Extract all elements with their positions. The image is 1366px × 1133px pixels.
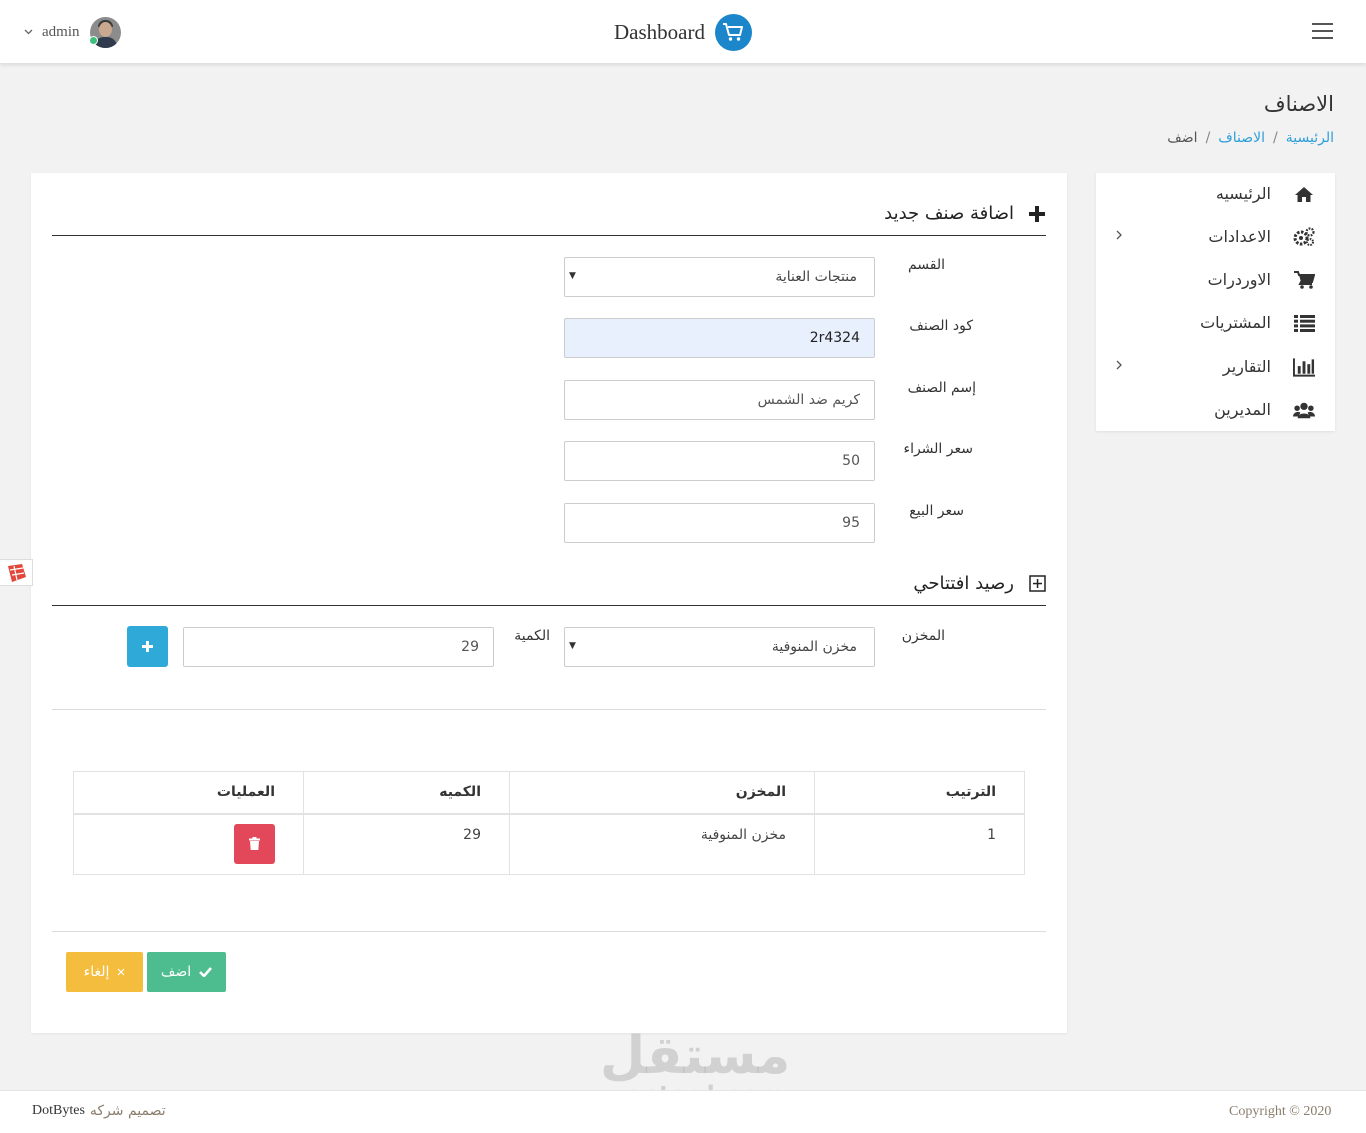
sidebar-item-home[interactable]: الرئيسيه (1096, 173, 1335, 213)
floating-widget-tab[interactable] (0, 559, 33, 586)
chevron-right-icon (1116, 358, 1122, 374)
column-header-quantity: الكميه (303, 771, 510, 815)
bar-chart-icon (1293, 356, 1315, 378)
trash-icon (249, 836, 260, 850)
chevron-down-icon[interactable] (24, 27, 34, 38)
divider (52, 605, 1046, 606)
cart-logo-icon (714, 13, 752, 51)
name-input[interactable] (564, 380, 875, 420)
dropdown-arrow-icon: ▼ (569, 271, 576, 281)
add-store-row-button[interactable] (127, 626, 168, 667)
sidebar-item-label: المديرين (1214, 400, 1271, 419)
save-button[interactable]: اضف (147, 952, 226, 992)
user-menu[interactable]: admin (24, 16, 121, 48)
sidebar-item-label: التقارير (1222, 357, 1271, 376)
store-select[interactable]: مخزن المنوفية ▼ (564, 627, 875, 667)
brand-title[interactable]: Dashboard (614, 20, 705, 45)
close-icon (117, 968, 125, 976)
breadcrumb-categories[interactable]: الاصناف (1218, 130, 1265, 146)
sidebar-item-managers[interactable]: المديرين (1096, 389, 1335, 429)
top-navbar: admin Dashboard (0, 0, 1366, 63)
sidebar: الرئيسيه الاعدادات الاوردرات المشتريات ا… (1096, 173, 1335, 431)
list-icon (1293, 312, 1315, 334)
divider (52, 709, 1046, 710)
opening-balance-header[interactable]: رصيد افتتاحي (913, 573, 1046, 594)
sidebar-item-orders[interactable]: الاوردرات (1096, 259, 1335, 299)
breadcrumb-current: اضف (1167, 130, 1198, 146)
chevron-right-icon (1116, 228, 1122, 244)
plus-square-icon[interactable] (1028, 575, 1046, 593)
save-button-label: اضف (160, 964, 192, 980)
quantity-label: الكمية (514, 628, 550, 644)
users-icon (1293, 399, 1315, 421)
store-selected-value: مخزن المنوفية (771, 639, 857, 655)
store-label: المخزن (901, 628, 945, 644)
sale-price-label: سعر البيع (909, 503, 964, 519)
menu-icon[interactable] (1312, 23, 1333, 39)
sidebar-item-settings[interactable]: الاعدادات (1096, 216, 1335, 256)
table-row: 1 مخزن المنوفية 29 (73, 813, 1025, 875)
breadcrumb-separator: / (1273, 130, 1278, 146)
quantity-input[interactable] (183, 627, 494, 667)
section-title: رصيد افتتاحي (913, 573, 1014, 594)
user-name[interactable]: admin (42, 24, 80, 41)
home-icon (1293, 183, 1315, 205)
plus-icon (1028, 205, 1046, 223)
table-header-row: الترتيب المخزن الكميه العمليات (73, 771, 1025, 815)
sale-price-input[interactable] (564, 503, 875, 543)
sidebar-item-purchases[interactable]: المشتريات (1096, 302, 1335, 342)
sidebar-item-label: الرئيسيه (1215, 184, 1271, 203)
footer: DotBytes تصميم شركه Copyright © 2020 (0, 1090, 1366, 1133)
code-input[interactable] (564, 318, 875, 358)
gears-icon (1293, 226, 1315, 248)
code-label: كود الصنف (909, 318, 973, 334)
footer-company[interactable]: DotBytes (32, 1103, 85, 1119)
purchase-price-label: سعر الشراء (903, 441, 973, 457)
name-label: إسم الصنف (907, 380, 976, 396)
add-item-card: اضافة صنف جديد القسم منتجات العناية ▼ كو… (31, 173, 1067, 1033)
breadcrumb-separator: / (1205, 130, 1211, 146)
footer-credit: DotBytes تصميم شركه (32, 1103, 166, 1119)
cell-quantity: 29 (303, 813, 510, 875)
sidebar-item-label: المشتريات (1200, 313, 1271, 332)
cancel-button[interactable]: إلغاء (66, 952, 143, 992)
section-title: اضافة صنف جديد (884, 203, 1014, 224)
brand[interactable]: Dashboard (614, 13, 752, 51)
opening-balance-table: الترتيب المخزن الكميه العمليات 1 مخزن ال… (73, 771, 1025, 875)
breadcrumb: الرئيسية / الاصناف / اضف (1167, 130, 1334, 146)
sidebar-item-reports[interactable]: التقارير (1096, 346, 1335, 386)
category-label: القسم (907, 257, 945, 273)
cell-index: 1 (814, 813, 1025, 875)
category-selected-value: منتجات العناية (775, 269, 857, 285)
footer-copyright: Copyright © 2020 (1229, 1104, 1332, 1119)
column-header-actions: العمليات (73, 771, 304, 815)
footer-design-text: تصميم شركه (89, 1103, 166, 1119)
watermark-arabic: مستقل (600, 1026, 791, 1086)
column-header-index: الترتيب (814, 771, 1025, 815)
breadcrumb-home[interactable]: الرئيسية (1286, 130, 1334, 146)
cube-icon (8, 563, 26, 582)
purchase-price-input[interactable] (564, 441, 875, 481)
divider (52, 931, 1046, 932)
sidebar-item-label: الاوردرات (1207, 270, 1271, 289)
online-status-dot (89, 36, 98, 45)
sidebar-item-label: الاعدادات (1208, 227, 1271, 246)
dropdown-arrow-icon: ▼ (569, 641, 576, 651)
page-title: الاصناف (1263, 92, 1334, 116)
cell-store: مخزن المنوفية (509, 813, 815, 875)
cart-icon (1293, 269, 1315, 291)
divider (52, 235, 1046, 236)
delete-row-button[interactable] (234, 823, 275, 864)
category-select[interactable]: منتجات العناية ▼ (564, 257, 875, 297)
cell-actions (73, 813, 304, 875)
add-item-section-header: اضافة صنف جديد (884, 203, 1046, 224)
cancel-button-label: إلغاء (83, 964, 110, 980)
check-icon (199, 967, 213, 977)
column-header-store: المخزن (509, 771, 815, 815)
